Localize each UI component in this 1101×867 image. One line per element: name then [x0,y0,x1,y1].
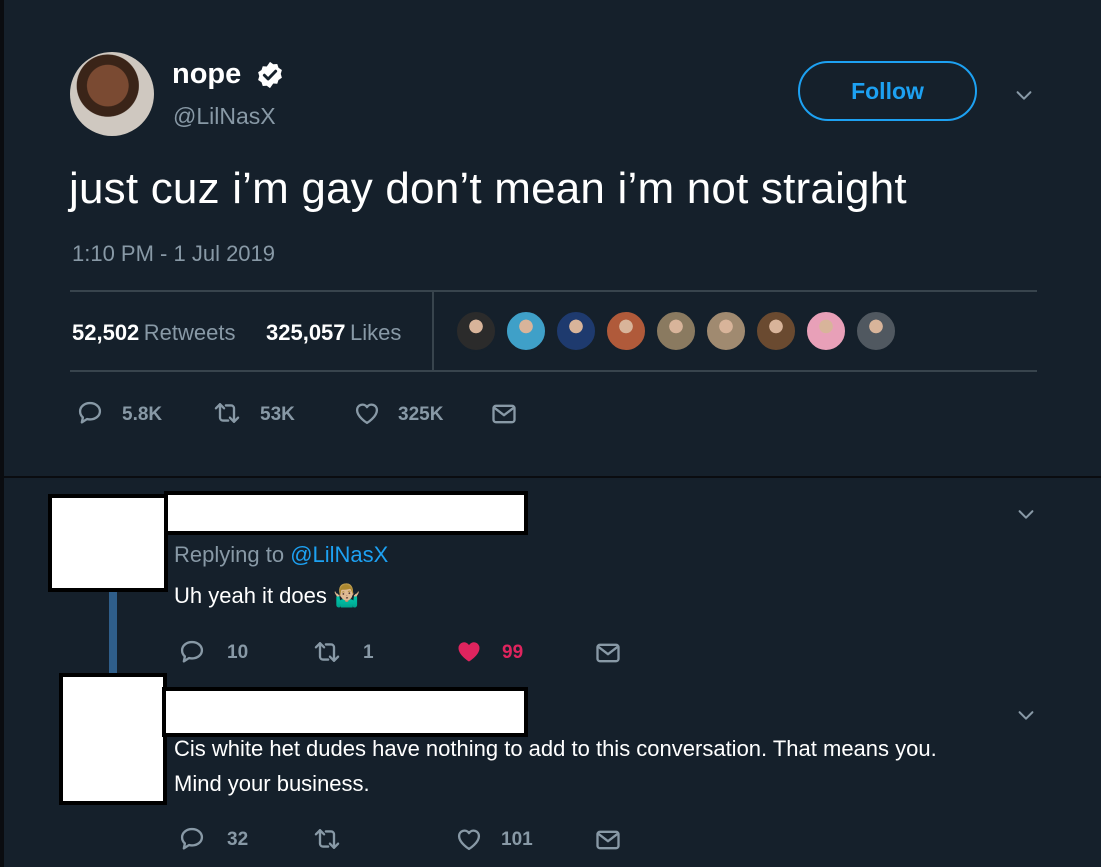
message-icon[interactable] [594,639,622,667]
shrug-emoji: 🤷🏼‍♂️ [333,583,361,608]
like-count: 101 [501,829,533,850]
reply-icon[interactable] [178,825,206,853]
replies-section [4,478,1101,867]
likers-avatars [455,310,915,352]
redacted-avatar [59,673,167,805]
reply-text-line-1: Cis white het dudes have nothing to add … [174,736,937,761]
reply-icon[interactable] [178,638,206,666]
retweet-count: 1 [363,642,374,663]
chevron-down-icon[interactable] [1015,503,1037,525]
verified-badge-icon [258,61,282,89]
redacted-avatar [48,494,168,592]
chevron-down-icon[interactable] [1015,704,1037,726]
likes-stat[interactable]: 325,057 Likes [266,320,401,346]
tweet-text: just cuz i’m gay don’t mean i’m not stra… [69,164,907,213]
liker-avatar[interactable] [605,310,647,352]
reply-body: Uh yeah it does [174,583,327,608]
author-handle[interactable]: @LilNasX [173,103,276,130]
liker-avatar[interactable] [655,310,697,352]
heart-filled-icon[interactable] [455,637,483,665]
liker-avatar[interactable] [505,310,547,352]
reply-text: Uh yeah it does 🤷🏼‍♂️ [174,578,360,613]
divider [70,290,1037,292]
liker-avatar[interactable] [455,310,497,352]
retweets-label: Retweets [143,320,236,345]
follow-button[interactable]: Follow [798,61,977,121]
retweet-icon[interactable] [313,638,341,666]
retweet-icon[interactable] [213,399,241,427]
redacted-username [164,491,528,535]
liker-avatar[interactable] [705,310,747,352]
chevron-down-icon[interactable] [1013,84,1035,106]
likes-count: 325,057 [266,320,346,345]
tweet-timestamp[interactable]: 1:10 PM - 1 Jul 2019 [72,241,275,267]
like-count: 325K [398,404,444,425]
divider [70,370,1037,372]
retweet-count: 53K [260,404,295,425]
liker-avatar[interactable] [555,310,597,352]
retweets-count: 52,502 [72,320,140,345]
replying-to: Replying to @LilNasX [174,542,388,568]
redacted-username [162,687,528,737]
reply-count: 5.8K [122,404,163,425]
liker-avatar[interactable] [755,310,797,352]
likes-label: Likes [349,320,402,345]
heart-icon[interactable] [455,825,483,853]
reply-icon[interactable] [76,399,104,427]
replying-to-label: Replying to [174,542,285,567]
retweets-stat[interactable]: 52,502 Retweets [72,320,235,346]
message-icon[interactable] [594,826,622,854]
reply-text-line-2: Mind your business. [174,771,370,796]
heart-icon[interactable] [353,399,381,427]
mention-link[interactable]: @LilNasX [290,542,388,567]
stats-divider [432,291,434,371]
reply-count: 32 [227,829,249,850]
author-display-name[interactable]: nope [172,58,241,91]
liker-avatar[interactable] [805,310,847,352]
liker-avatar[interactable] [855,310,897,352]
retweet-icon[interactable] [313,825,341,853]
like-count: 99 [502,642,524,663]
author-avatar[interactable] [70,52,154,136]
message-icon[interactable] [490,400,518,428]
reply-count: 10 [227,642,249,663]
thread-connector [109,592,117,676]
